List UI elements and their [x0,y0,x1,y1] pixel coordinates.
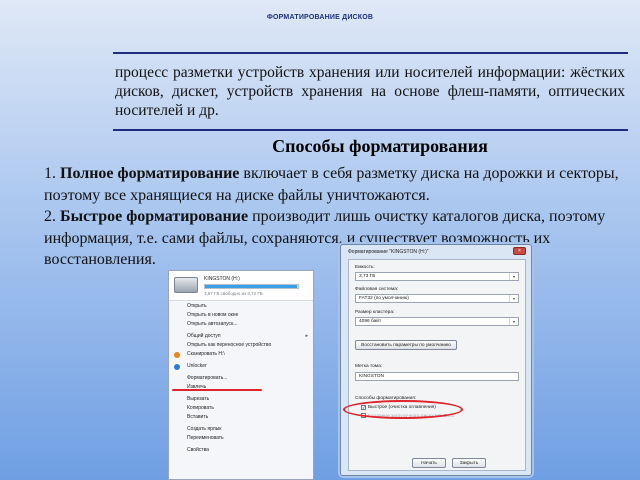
menu-item[interactable]: Unlocker [169,362,313,371]
section-heading: Способы форматирования [272,136,488,156]
menu-item[interactable]: Форматировать... [169,374,313,383]
drive-free-space: 3,67 ГБ свободно из 3,72 ГБ [204,291,263,296]
method-number: 1. [44,165,56,182]
menu-item-label: Открыть как переносное устройство [187,342,272,348]
close-icon[interactable]: × [513,247,526,255]
dialog-title: Форматирование "KINGSTON (H:)" [348,249,429,255]
menu-item[interactable]: Создать ярлык [169,425,313,434]
format-dialog: Форматирование "KINGSTON (H:)" × Емкость… [340,244,532,476]
filesystem-value: FAT32 (по умолчанию) [359,296,409,301]
menu-item-label: Открыть [187,303,207,309]
menu-item-label: Свойства [187,447,209,453]
menu-item-label: Открыть в новом окне [187,312,239,318]
close-button[interactable]: Закрыть [452,458,486,468]
menu-item[interactable]: Открыть [169,302,313,311]
menu-item-label: Создать ярлык [187,426,222,432]
chevron-right-icon: ▸ [305,333,308,339]
definition-text: процесс разметки устройств хранения или … [115,64,625,119]
chevron-down-icon: ▾ [509,318,518,325]
top-divider [113,52,628,54]
volume-label-label: Метка тома: [355,364,383,369]
filesystem-label: Файловая система: [355,287,399,292]
drive-header: KINGSTON (H:) 3,67 ГБ свободно из 3,72 Г… [169,271,313,301]
menu-item-label: Копировать [187,405,214,411]
menu-item[interactable]: Общий доступ ▸ [169,332,313,341]
cluster-size-select[interactable]: 4096 байт ▾ [355,317,519,326]
menu-item-label: Unlocker [187,363,207,369]
method-full-format: 1. Полное форматирование включает в себя… [44,163,634,206]
cluster-value: 4096 байт [359,319,382,324]
drive-usage-bar [204,284,299,289]
menu-item[interactable]: Открыть как переносное устройство [169,341,313,350]
menu-item-label: Форматировать... [187,375,228,381]
dialog-titlebar: Форматирование "KINGSTON (H:)" × [341,245,531,258]
filesystem-select[interactable]: FAT32 (по умолчанию) ▾ [355,294,519,303]
capacity-label: Емкость: [355,265,375,270]
capacity-value: 3,73 ГБ [359,274,376,279]
menu-item[interactable]: Вставить [169,413,313,422]
menu-item-label: Сканировать H:\ [187,351,225,357]
menu-item[interactable]: Открыть в новом окне [169,311,313,320]
menu-item-label: Общий доступ [187,333,221,339]
method-term: Полное форматирование [60,165,240,182]
method-term: Быстрое форматирование [60,208,249,225]
slide-title: ФОРМАТИРОВАНИЕ ДИСКОВ [266,14,374,21]
volume-label-input[interactable]: KINGSTON [355,372,519,381]
method-quick-format: 2. Быстрое форматирование производит лиш… [44,206,634,271]
format-highlight-underline [172,389,262,391]
antivirus-icon [174,351,180,358]
bottom-divider [113,129,628,131]
chevron-down-icon: ▾ [509,295,518,302]
menu-item[interactable]: Вырезать [169,395,313,404]
menu-list: Открыть Открыть в новом окне Открыть автоз… [169,301,313,455]
menu-item[interactable]: Копировать [169,404,313,413]
drive-label: KINGSTON (H:) [204,276,240,282]
menu-item[interactable]: Открыть автозапуск... [169,320,313,329]
dialog-body: Емкость: 3,73 ГБ ▾ Файловая система: FAT… [348,259,526,471]
cluster-label: Размер кластера: [355,310,395,315]
restore-defaults-button[interactable]: Восстановить параметры по умолчанию [355,340,457,350]
menu-item-label: Переименовать [187,435,224,441]
start-button[interactable]: Начать [412,458,446,468]
capacity-select[interactable]: 3,73 ГБ ▾ [355,272,519,281]
unlocker-icon [174,363,180,370]
menu-item-label: Вставить [187,414,209,420]
quick-format-highlight [343,400,463,419]
usb-drive-icon [174,277,198,293]
menu-item-label: Вырезать [187,396,210,402]
menu-item[interactable]: Сканировать H:\ [169,350,313,359]
method-number: 2. [44,208,56,225]
menu-item[interactable]: Переименовать [169,434,313,443]
chevron-down-icon: ▾ [509,273,518,280]
drive-context-menu: KINGSTON (H:) 3,67 ГБ свободно из 3,72 Г… [168,270,314,480]
menu-item-label: Открыть автозапуск... [187,321,238,327]
menu-item[interactable]: Свойства [169,446,313,455]
